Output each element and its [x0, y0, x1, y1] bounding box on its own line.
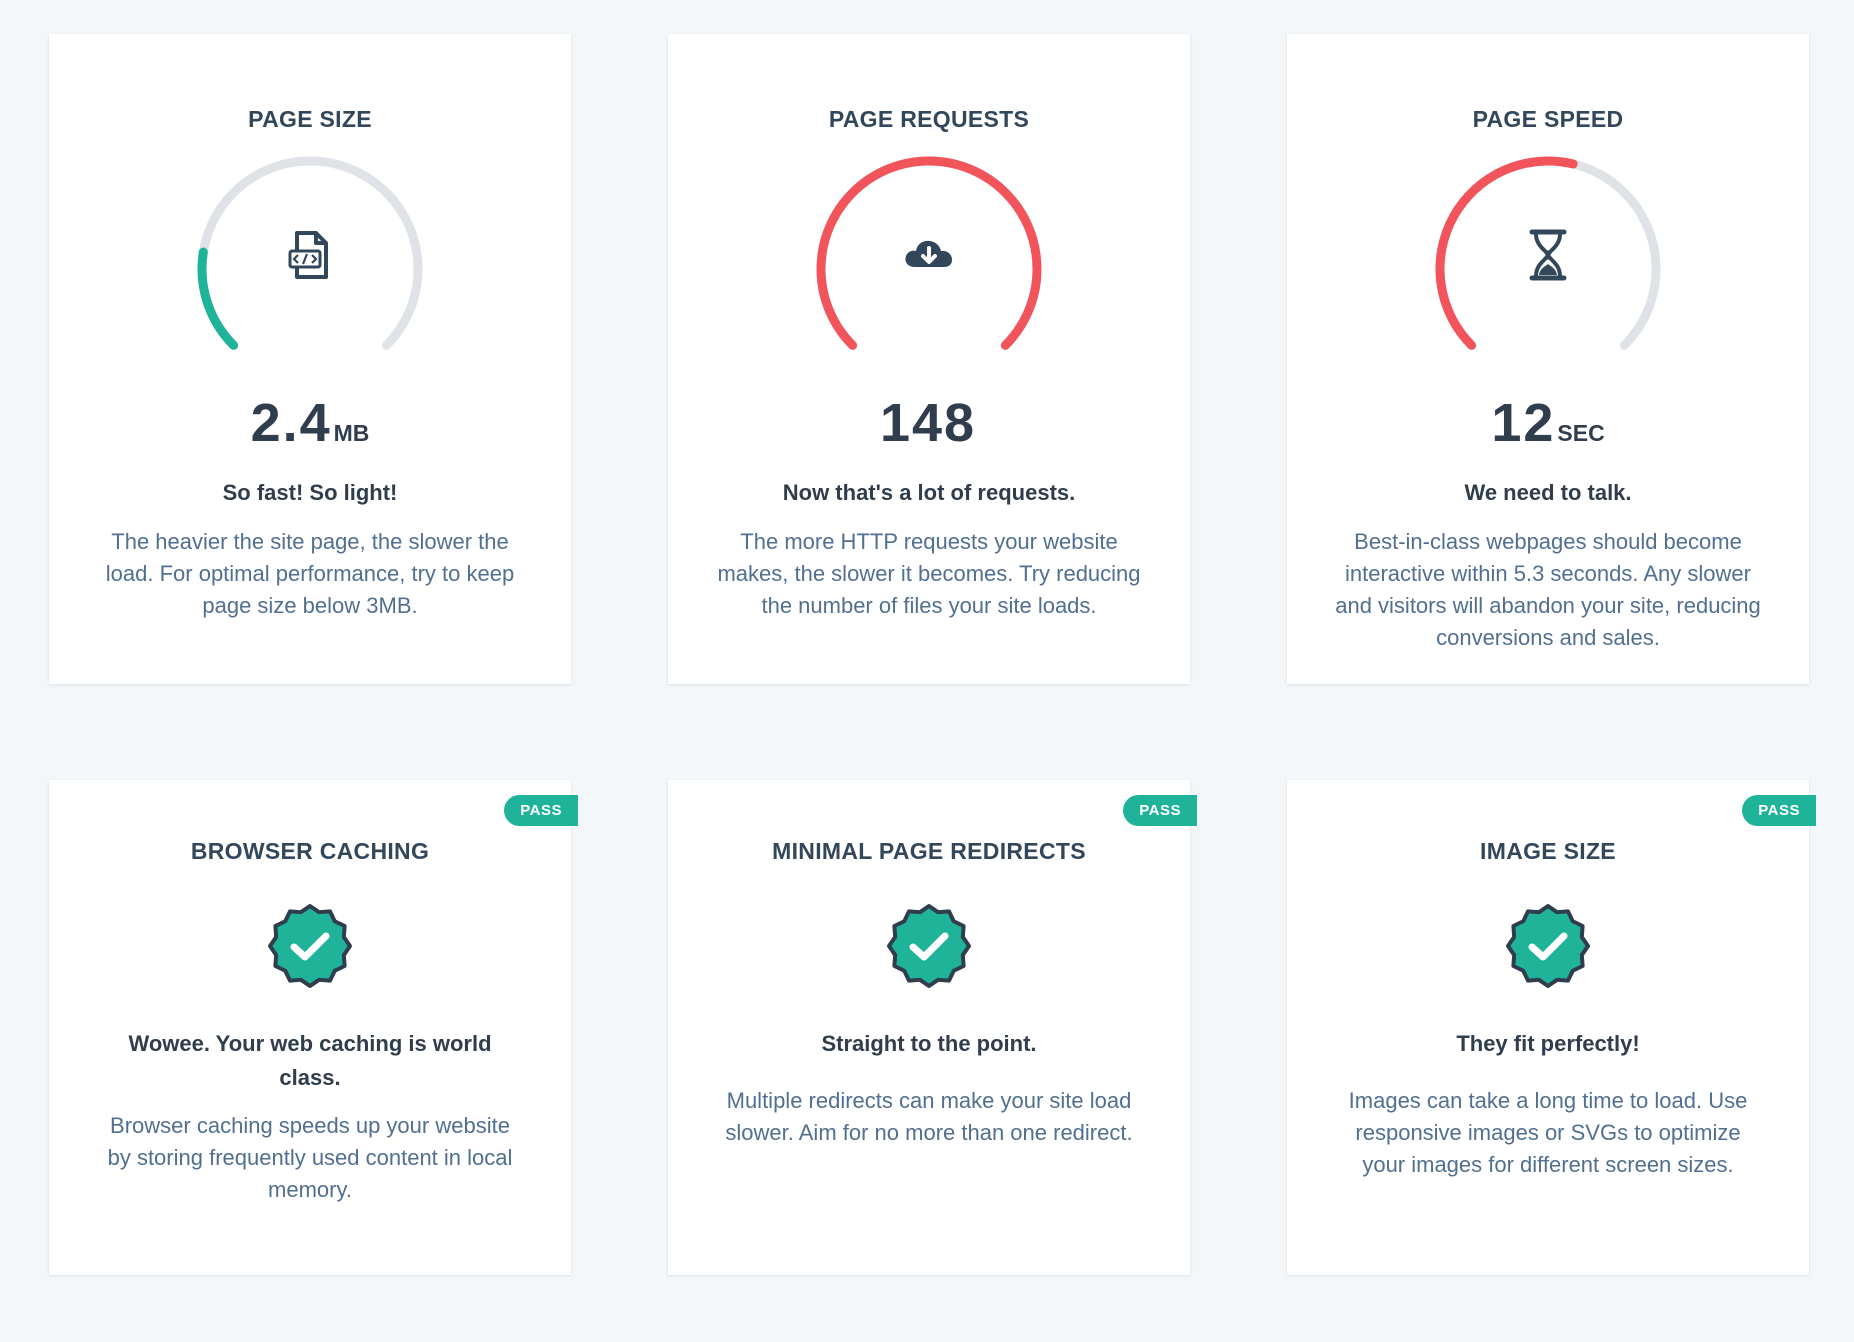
card-title: PAGE SPEED [1472, 106, 1624, 132]
image-size-card: PASS IMAGE SIZE They fit perfectly! Imag… [1287, 780, 1816, 1275]
metric-unit: SEC [1557, 420, 1605, 446]
check-badge-icon [1506, 904, 1590, 988]
page-requests-card: PAGE REQUESTS 148 Now that's a lot of re… [668, 34, 1190, 684]
card-description: Images can take a long time to load. Use… [1348, 1088, 1748, 1177]
card-tagline: We need to talk. [1464, 480, 1632, 505]
card-description: Browser caching speeds up your website b… [107, 1113, 513, 1202]
card-description: Multiple redirects can make your site lo… [725, 1088, 1133, 1145]
metric-value: 12 [1491, 393, 1556, 453]
card-description: Best-in-class webpages should become int… [1335, 529, 1761, 650]
card-tagline: Now that's a lot of requests. [782, 480, 1076, 505]
card-description: The more HTTP requests your website make… [717, 529, 1141, 618]
card-title: BROWSER CACHING [190, 838, 430, 864]
hourglass-icon [1508, 215, 1588, 295]
card-tagline: So fast! So light! [222, 480, 398, 505]
page-speed-card: PAGE SPEED 12SEC We need to talk. Best-i… [1287, 34, 1809, 684]
card-title: PAGE SIZE [248, 106, 372, 132]
check-badge-icon [887, 904, 971, 988]
page-size-value: 2.4MB [49, 392, 571, 462]
metric-unit: MB [333, 420, 370, 446]
cloud-download-icon [889, 215, 969, 295]
gauge-fill [197, 247, 239, 350]
pass-badge: PASS [1742, 795, 1816, 826]
card-description: The heavier the site page, the slower th… [105, 529, 515, 618]
check-badge-icon [268, 904, 352, 988]
pass-badge: PASS [1123, 795, 1197, 826]
page-speed-value: 12SEC [1287, 392, 1809, 462]
metric-value: 2.4 [250, 393, 332, 453]
metric-value: 148 [879, 393, 977, 453]
card-tagline: They fit perfectly! [1456, 1031, 1640, 1056]
code-file-icon [270, 215, 350, 295]
minimal-page-redirects-card: PASS MINIMAL PAGE REDIRECTS Straight to … [668, 780, 1197, 1275]
card-title: MINIMAL PAGE REDIRECTS [772, 838, 1086, 864]
page-size-card: PAGE SIZE 2.4MB So fast! So light! The h… [49, 34, 571, 684]
pass-badge: PASS [504, 795, 578, 826]
card-tagline: Straight to the point. [821, 1031, 1037, 1056]
card-title: IMAGE SIZE [1480, 838, 1616, 864]
browser-caching-card: PASS BROWSER CACHING Wowee. Your web cac… [49, 780, 578, 1275]
page-requests-value: 148 [668, 392, 1190, 462]
card-tagline: Wowee. Your web caching is world class. [128, 1031, 492, 1090]
card-title: PAGE REQUESTS [828, 106, 1030, 132]
